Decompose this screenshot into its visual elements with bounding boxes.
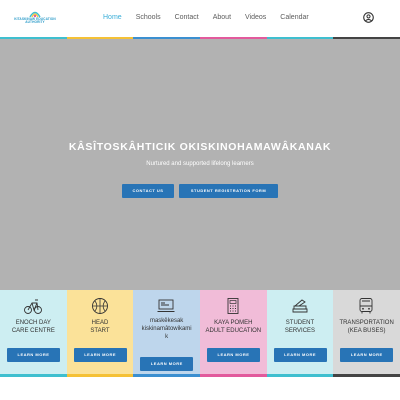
learn-more-button[interactable]: LEARN MORE [73, 348, 127, 362]
card-label: HEAD START [90, 320, 110, 334]
card-transportation: TRANSPORTATION (KEA BUSES) LEARN MORE [333, 290, 400, 377]
hero-banner: KÂSÎTOSKÂHTICIK OKISKINOHAMAWÂKANAK Nurt… [0, 39, 400, 290]
site-header: KITASKINAW EDUCATION AUTHORITY Home Scho… [0, 0, 400, 37]
card-head-start: HEAD START LEARN MORE [66, 290, 134, 377]
contact-us-button[interactable]: CONTACT US [122, 184, 174, 198]
page-continuation [0, 377, 400, 400]
page: KITASKINAW EDUCATION AUTHORITY Home Scho… [0, 0, 400, 400]
logo-text: KITASKINAW EDUCATION AUTHORITY [14, 17, 56, 25]
learn-more-button[interactable]: LEARN MORE [340, 348, 394, 362]
learn-more-button[interactable]: LEARN MORE [7, 348, 60, 362]
learn-more-button[interactable]: LEARN MORE [273, 348, 327, 362]
card-maskekesak: maskêkesak kiskinamâtowikami k LEARN MOR… [133, 290, 200, 377]
nav-calendar[interactable]: Calendar [280, 14, 308, 21]
hero-subtitle: Nurtured and supported lifelong learners [146, 161, 254, 167]
nav-schools[interactable]: Schools [136, 14, 161, 21]
site-logo[interactable]: KITASKINAW EDUCATION AUTHORITY [12, 10, 58, 26]
calculator-icon [227, 298, 239, 314]
bus-icon [359, 298, 373, 314]
user-account-icon[interactable] [363, 12, 374, 23]
nav-home[interactable]: Home [103, 14, 122, 21]
learn-more-button[interactable]: LEARN MORE [140, 357, 194, 371]
card-kaya-pomeh: KAYA POMEH ADULT EDUCATION LEARN MORE [199, 290, 267, 377]
card-label: TRANSPORTATION (KEA BUSES) [339, 320, 394, 334]
card-label: STUDENT SERVICES [284, 320, 316, 334]
nav-about[interactable]: About [213, 14, 231, 21]
book-stack-icon [292, 299, 308, 313]
nav-contact[interactable]: Contact [175, 14, 199, 21]
card-label: maskêkesak kiskinamâtowikami k [141, 318, 192, 340]
nav-videos[interactable]: Videos [245, 14, 266, 21]
card-enoch-day-care: ENOCH DAY CARE CENTRE LEARN MORE [0, 290, 67, 377]
card-label: KAYA POMEH ADULT EDUCATION [205, 320, 262, 334]
learn-more-button[interactable]: LEARN MORE [206, 348, 260, 362]
basketball-icon [91, 298, 108, 314]
bicycle-icon [24, 299, 42, 314]
card-label: ENOCH DAY CARE CENTRE [11, 320, 55, 334]
laptop-icon [157, 299, 175, 312]
main-nav: Home Schools Contact About Videos Calend… [103, 14, 323, 21]
card-student-services: STUDENT SERVICES LEARN MORE [266, 290, 334, 377]
student-registration-button[interactable]: STUDENT REGISTRATION FORM [179, 184, 278, 198]
hero-title: KÂSÎTOSKÂHTICIK OKISKINOHAMAWÂKANAK [68, 141, 332, 153]
